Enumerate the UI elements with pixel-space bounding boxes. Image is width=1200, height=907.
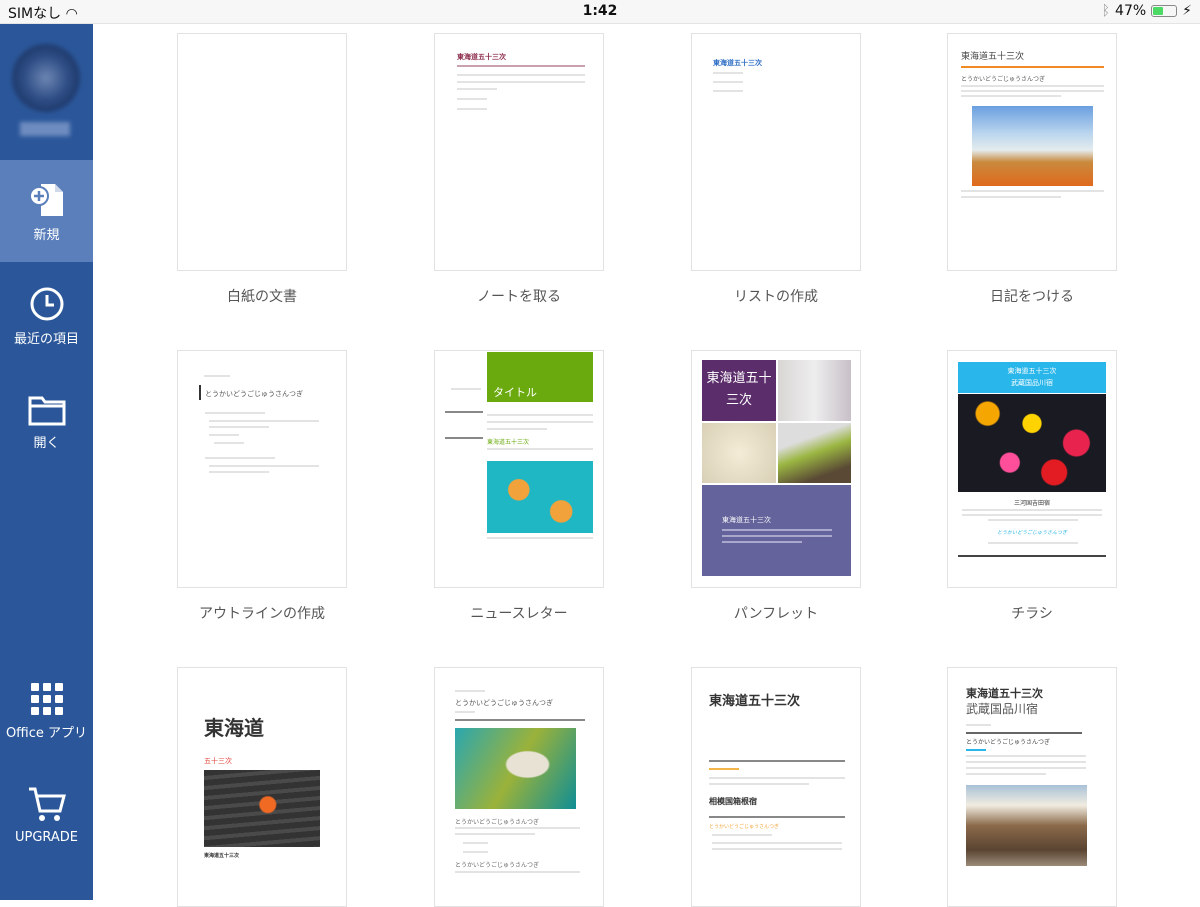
template-notes[interactable]: 東海道五十三次 bbox=[434, 33, 604, 271]
template-label: 日記をつける bbox=[990, 289, 1074, 305]
sidebar-item-open[interactable]: 開く bbox=[0, 394, 93, 496]
template-report-3[interactable]: 東海道五十三次 武蔵国品川宿 とうかいどうごじゅうさんつぎ bbox=[947, 667, 1117, 907]
charging-icon: ⚡ bbox=[1182, 3, 1192, 19]
template-blank[interactable] bbox=[177, 33, 347, 271]
template-journal[interactable]: 東海道五十三次 とうかいどうごじゅうさんつぎ bbox=[947, 33, 1117, 271]
template-label: チラシ bbox=[1011, 606, 1053, 622]
apps-grid-icon bbox=[30, 683, 63, 715]
sidebar-item-office-apps[interactable]: Office アプリ bbox=[0, 682, 93, 784]
template-report-2[interactable]: 東海道五十三次 相模国箱根宿 とうかいどうごじゅうさんつぎ bbox=[691, 667, 861, 907]
status-bar: SIMなし ◠ 1:42 ᛒ 47% ⚡ bbox=[0, 0, 1200, 24]
new-document-icon bbox=[28, 184, 63, 216]
sidebar-item-upgrade[interactable]: UPGRADE bbox=[0, 786, 93, 888]
template-flyer[interactable]: 東海道五十三次 武蔵国品川宿 三河国吉田宿 とうかいどうごじゅうさんつぎ bbox=[947, 350, 1117, 588]
apricot-photo bbox=[487, 461, 593, 533]
battery-percent: 47% bbox=[1115, 3, 1147, 19]
status-right: ᛒ 47% ⚡ bbox=[1102, 3, 1192, 19]
template-label: リストの作成 bbox=[734, 289, 818, 305]
lantern-photo bbox=[958, 394, 1106, 492]
sidebar: 新規 最近の項目 開く Office アプリ UPGRADE bbox=[0, 24, 93, 900]
beach-photo bbox=[972, 106, 1093, 186]
template-article[interactable]: とうかいどうごじゅうさんつぎ とうかいどうごじゅうさんつぎ とうかいどうごじゅう… bbox=[434, 667, 604, 907]
leaf-photo bbox=[204, 770, 320, 847]
user-name bbox=[20, 122, 70, 136]
clock: 1:42 bbox=[582, 3, 618, 19]
avatar[interactable] bbox=[12, 44, 80, 112]
folder-icon bbox=[28, 396, 65, 426]
cart-icon bbox=[28, 787, 66, 821]
canyon-photo bbox=[966, 785, 1087, 866]
bluetooth-icon: ᛒ bbox=[1101, 3, 1111, 19]
template-list[interactable]: 東海道五十三次 bbox=[691, 33, 861, 271]
otter-photo bbox=[455, 728, 576, 809]
template-report[interactable]: 東海道 五十三次 東海道五十三次 bbox=[177, 667, 347, 907]
template-newsletter[interactable]: タイトル 東海道五十三次 bbox=[434, 350, 604, 588]
template-outline[interactable]: とうかいどうごじゅうさんつぎ bbox=[177, 350, 347, 588]
clock-icon bbox=[30, 287, 63, 321]
battery-icon bbox=[1151, 5, 1178, 17]
template-label: アウトラインの作成 bbox=[199, 606, 325, 622]
template-label: 白紙の文書 bbox=[227, 289, 297, 305]
template-brochure[interactable]: 東海道五十三次 東海道五十三次 bbox=[691, 350, 861, 588]
template-label: パンフレット bbox=[733, 606, 819, 622]
template-label: ニュースレター bbox=[470, 606, 568, 622]
sidebar-item-recent[interactable]: 最近の項目 bbox=[0, 286, 93, 388]
template-label: ノートを取る bbox=[477, 289, 561, 305]
sidebar-item-new[interactable]: 新規 bbox=[0, 160, 93, 262]
